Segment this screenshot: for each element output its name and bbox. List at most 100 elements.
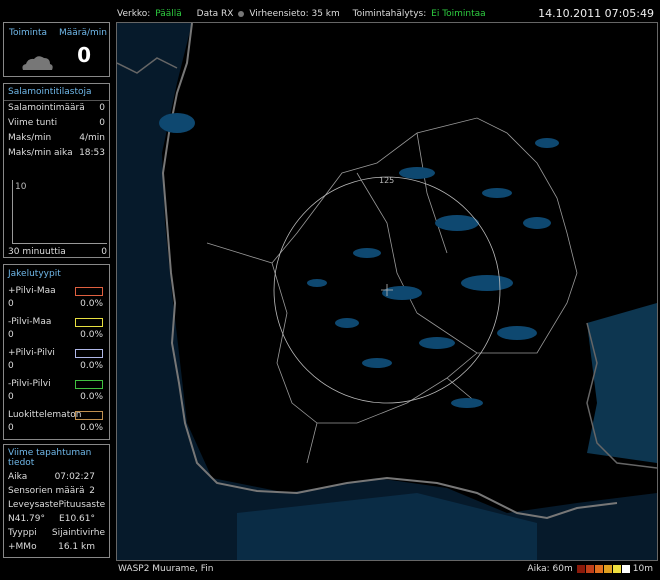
dist-type-item: +Pilvi-Pilvi 0 0.0% — [4, 345, 109, 376]
chart-tick-label: 10 — [15, 182, 27, 192]
chart-left-value: 30 — [8, 247, 20, 257]
event-value: 07:02:27 — [54, 472, 95, 482]
event-value: 2 — [89, 486, 95, 496]
dist-type-item: +Pilvi-Maa 0 0.0% — [4, 283, 109, 314]
color-swatch[interactable] — [75, 318, 103, 327]
stat-row: Salamointimäärä 0 — [4, 101, 109, 116]
color-swatch[interactable] — [75, 287, 103, 296]
station-label: WASP2 Muurame, Fin — [118, 564, 214, 574]
legend-square — [603, 565, 612, 573]
dist-type-count: 0 — [8, 392, 14, 402]
top-status-bar: Verkko: Päällä Data RX Virheensieto: 35 … — [0, 0, 660, 22]
event-value: 16.1 km — [58, 542, 95, 552]
dist-type-name: Luokittelematon — [8, 410, 82, 420]
dist-type-name: +Pilvi-Pilvi — [8, 348, 55, 358]
event-row: Tyyppi Sijaintivirhe — [4, 527, 109, 541]
cloud-icon — [22, 56, 53, 70]
time-legend-label: Aika: 60m — [527, 564, 573, 574]
event-row: Sensorien määrä 2 — [4, 485, 109, 499]
stat-label: Salamointimäärä — [8, 103, 85, 113]
dist-type-count: 0 — [8, 330, 14, 340]
stat-label: Maks/min — [8, 133, 52, 143]
time-legend-end: 10m — [632, 564, 653, 574]
dist-type-pct: 0.0% — [80, 330, 103, 340]
color-swatch[interactable] — [75, 349, 103, 358]
bottom-status-bar: WASP2 Muurame, Fin Aika: 60m 10m — [116, 562, 658, 578]
last-event-panel: Viime tapahtuman tiedot Aika 07:02:27 Sen… — [3, 444, 110, 558]
event-row: Aika 07:02:27 — [4, 471, 109, 485]
dist-type-name: -Pilvi-Pilvi — [8, 379, 51, 389]
event-row: N41.79° E10.61° — [4, 513, 109, 527]
chart-y-axis — [12, 180, 13, 244]
stat-value: 0 — [99, 118, 105, 128]
network-status: Päällä — [155, 9, 182, 19]
stat-value: 0 — [99, 103, 105, 113]
dist-type-item: -Pilvi-Pilvi 0 0.0% — [4, 376, 109, 407]
event-value: E10.61° — [59, 514, 95, 524]
dist-type-count: 0 — [8, 299, 14, 309]
data-rx-label: Data RX — [196, 9, 234, 19]
stat-value: 18:53 — [79, 148, 105, 158]
chart-left-unit: minuuttia — [22, 247, 66, 257]
chart-x-axis — [12, 243, 107, 244]
dist-type-item: Luokittelematon 0 0.0% — [4, 407, 109, 438]
dist-type-count: 0 — [8, 361, 14, 371]
last-event-title: Viime tapahtuman tiedot — [8, 448, 92, 468]
event-label: Sensorien määrä — [8, 486, 85, 496]
data-rx-indicator-icon — [238, 10, 245, 17]
event-value: +MMo — [8, 542, 37, 552]
chart-footer: 30 minuuttia 0 — [8, 247, 107, 257]
east-lake-area — [587, 303, 657, 463]
stats-title: Salamointitilastoja — [4, 84, 109, 101]
event-row: Leveysaste Pituusaste — [4, 499, 109, 513]
stat-label: Maks/min aika — [8, 148, 73, 158]
error-tolerance: Virheensieto: 35 km — [249, 9, 340, 19]
chart-left-label: 30 minuuttia — [8, 247, 66, 257]
dist-type-name: +Pilvi-Maa — [8, 286, 56, 296]
stat-row: Maks/min aika 18:53 — [4, 146, 109, 161]
status-line: Verkko: Päällä Data RX Virheensieto: 35 … — [117, 9, 488, 19]
legend-square — [576, 565, 585, 573]
stat-row: Maks/min 4/min — [4, 131, 109, 146]
lakes — [159, 113, 559, 408]
alarm-status: Ei Toimintaa — [431, 9, 486, 19]
stats-panel: Salamointitilastoja Salamointimäärä 0 Vii… — [3, 83, 110, 258]
dist-type-item: -Pilvi-Maa 0 0.0% — [4, 314, 109, 345]
activity-title: Toiminta — [9, 28, 47, 38]
legend-square — [594, 565, 603, 573]
legend-square — [585, 565, 594, 573]
event-label: Pituusaste — [58, 500, 106, 510]
dist-type-name: -Pilvi-Maa — [8, 317, 52, 327]
map-canvas: 125 — [117, 23, 657, 560]
distribution-title: Jakelutyypit — [8, 269, 61, 279]
event-row: +MMo 16.1 km — [4, 541, 109, 555]
coastline — [161, 23, 618, 520]
activity-panel: Toiminta Määrä/min 0 — [3, 22, 110, 77]
dist-type-pct: 0.0% — [80, 392, 103, 402]
event-label: Sijaintivirhe — [51, 528, 105, 538]
network-label: Verkko: — [117, 9, 151, 19]
event-value: N41.79° — [8, 514, 45, 524]
datetime: 14.10.2011 07:05:49 — [538, 7, 654, 20]
color-swatch[interactable] — [75, 380, 103, 389]
legend-square — [621, 565, 630, 573]
event-label: Aika — [8, 472, 28, 482]
event-label: Leveysaste — [8, 500, 59, 510]
color-swatch[interactable] — [75, 411, 103, 420]
activity-chart: 10 — [8, 180, 107, 244]
alarm-label: Toimintahälytys: — [352, 9, 427, 19]
time-legend: Aika: 60m 10m — [524, 564, 656, 574]
rate-value: 0 — [77, 43, 91, 67]
rate-label: Määrä/min — [58, 28, 107, 38]
stat-value: 4/min — [79, 133, 105, 143]
lightning-map[interactable]: 125 — [116, 22, 658, 561]
dist-type-pct: 0.0% — [80, 299, 103, 309]
event-label: Tyyppi — [8, 528, 37, 538]
range-ring-label: 125 — [379, 176, 394, 185]
stat-row: Viime tunti 0 — [4, 116, 109, 131]
legend-square — [612, 565, 621, 573]
chart-right-label: 0 — [101, 247, 107, 257]
dist-type-pct: 0.0% — [80, 423, 103, 433]
dist-type-pct: 0.0% — [80, 361, 103, 371]
dist-type-count: 0 — [8, 423, 14, 433]
